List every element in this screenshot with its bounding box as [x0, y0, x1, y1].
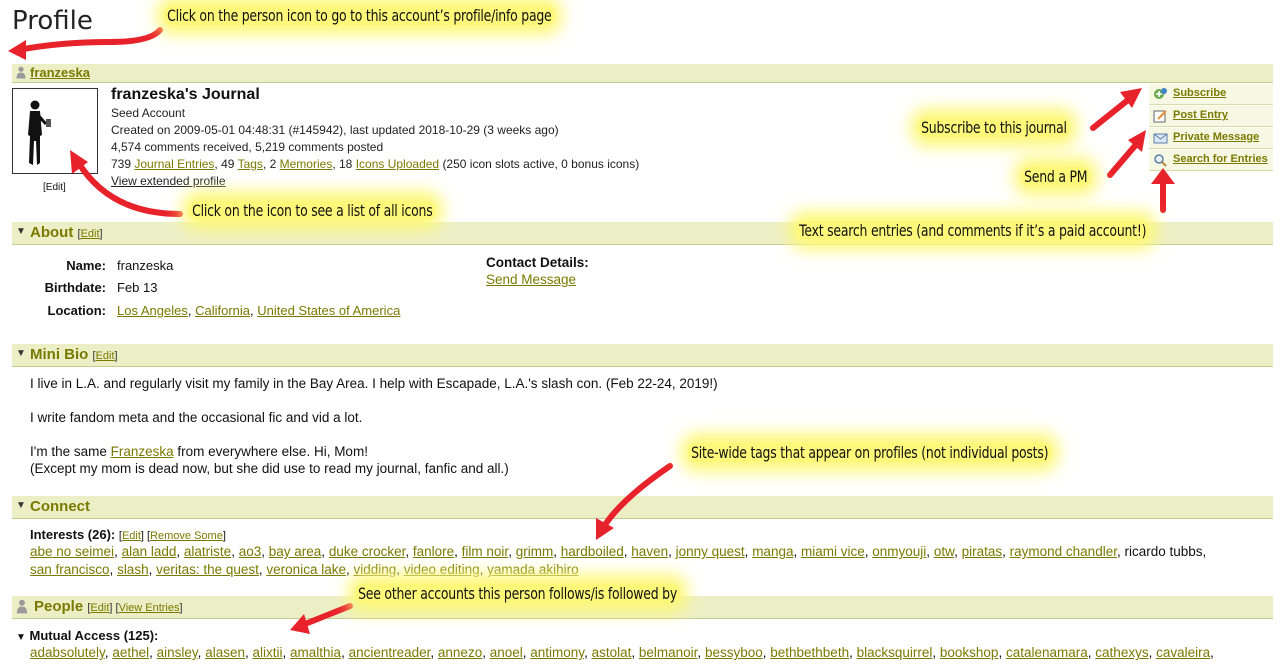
arrow-to-person-icon: [15, 27, 163, 53]
arrow-to-interests: [600, 463, 673, 531]
annotation-subscribe: Subscribe to this journal: [918, 118, 1070, 137]
arrow-to-mutual-access: [297, 603, 353, 629]
annotation-pm: Send a PM: [1021, 167, 1091, 186]
annotation-profile-icon: Click on the person icon to go to this a…: [164, 6, 555, 25]
annotation-arrows: [8, 27, 1175, 634]
annotation-icons-list: Click on the icon to see a list of all i…: [189, 201, 436, 220]
annotation-people: See other accounts this person follows/i…: [355, 584, 681, 603]
annotation-search: Text search entries (and comments if it’…: [796, 221, 1150, 240]
annotation-tags: Site-wide tags that appear on profiles (…: [688, 443, 1052, 462]
arrow-to-user-icon: [75, 159, 183, 217]
